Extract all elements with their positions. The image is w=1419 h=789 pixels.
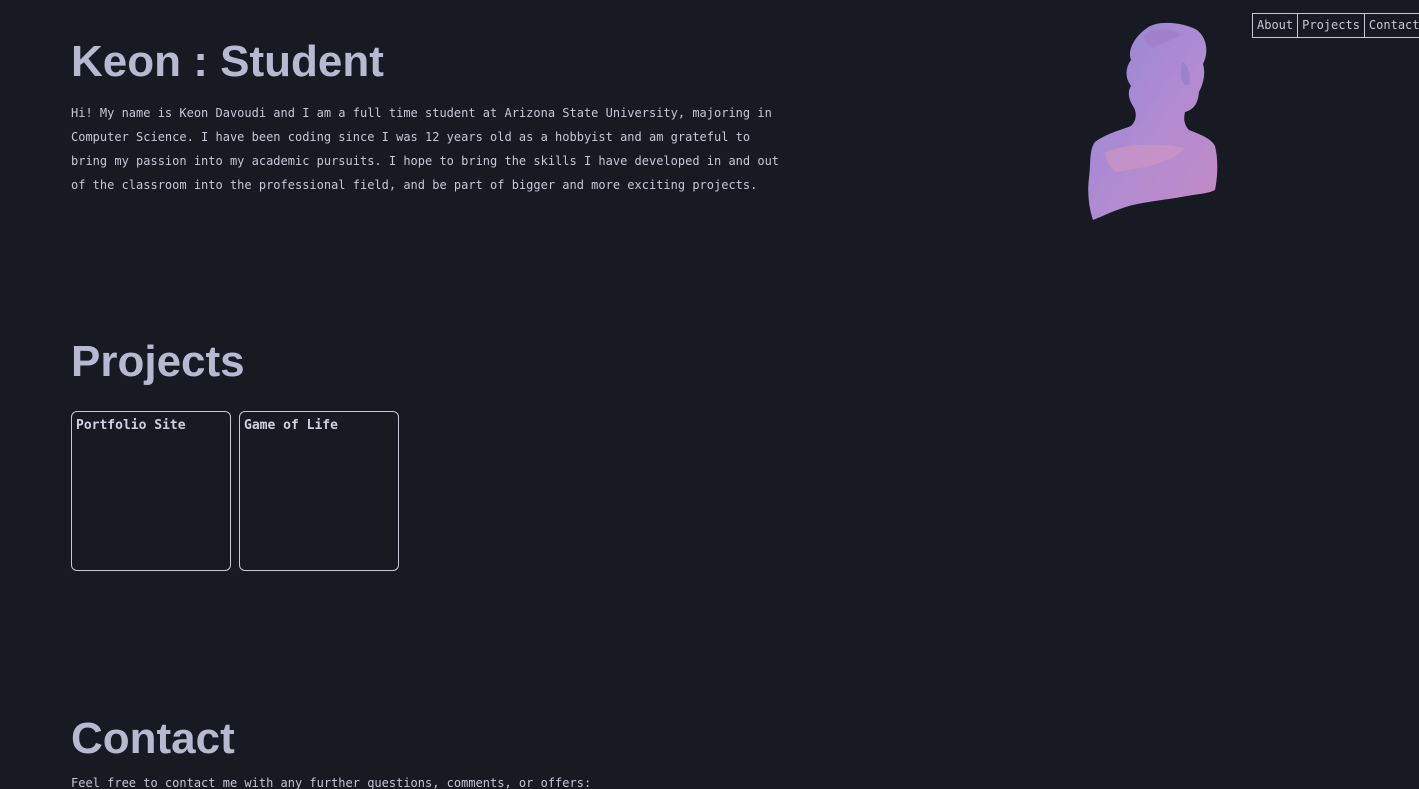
nav-projects-link[interactable]: Projects bbox=[1297, 13, 1365, 38]
contact-heading: Contact bbox=[71, 714, 235, 763]
project-card-game-of-life[interactable]: Game of Life bbox=[239, 411, 399, 571]
project-card-list: Portfolio Site Game of Life bbox=[71, 411, 399, 571]
contact-description: Feel free to contact me with any further… bbox=[71, 776, 592, 789]
nav-about-link[interactable]: About bbox=[1252, 13, 1299, 38]
statue-bust-icon bbox=[1088, 22, 1218, 221]
bio-paragraph: Hi! My name is Keon Davoudi and I am a f… bbox=[71, 106, 780, 192]
page-title: Keon : Student bbox=[71, 37, 384, 86]
project-card-title: Game of Life bbox=[244, 418, 338, 433]
projects-heading: Projects bbox=[71, 337, 245, 386]
top-nav: About Projects Contact bbox=[1252, 13, 1419, 38]
project-card-title: Portfolio Site bbox=[76, 418, 186, 433]
nav-contact-link[interactable]: Contact bbox=[1363, 13, 1419, 38]
project-card-portfolio-site[interactable]: Portfolio Site bbox=[71, 411, 231, 571]
